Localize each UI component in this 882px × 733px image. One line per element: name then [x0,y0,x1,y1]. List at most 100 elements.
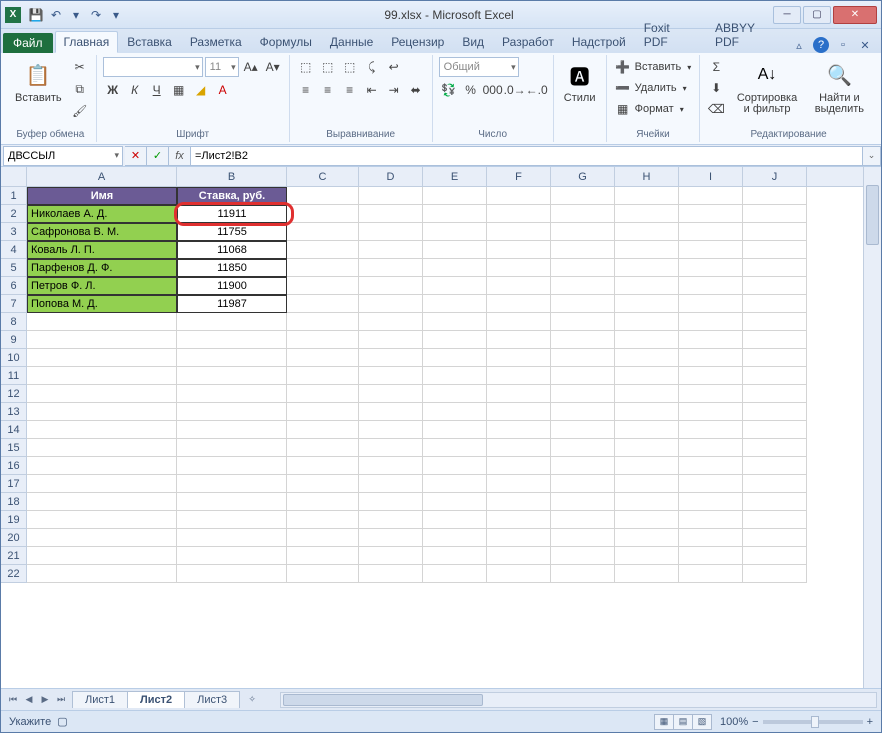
sheet-tab-2[interactable]: Лист2 [127,691,185,708]
cell-A15[interactable] [27,439,177,457]
cell-E7[interactable] [423,295,487,313]
cell-I3[interactable] [679,223,743,241]
styles-button[interactable]: 🅰 Стили [560,57,600,106]
number-format-combo[interactable]: Общий [439,57,519,77]
cell-G7[interactable] [551,295,615,313]
cell-J1[interactable] [743,187,807,205]
cell-B16[interactable] [177,457,287,475]
cell-I5[interactable] [679,259,743,277]
vertical-scrollbar[interactable] [863,167,881,688]
cell-I10[interactable] [679,349,743,367]
tab-review[interactable]: Рецензир [382,31,453,53]
cell-A1[interactable]: Имя [27,187,177,205]
cell-C3[interactable] [287,223,359,241]
col-header-F[interactable]: F [487,167,551,186]
col-header-G[interactable]: G [551,167,615,186]
row-header-10[interactable]: 10 [1,349,26,367]
cell-I2[interactable] [679,205,743,223]
cell-J10[interactable] [743,349,807,367]
accept-formula-icon[interactable]: ✓ [147,146,169,166]
cell-D8[interactable] [359,313,423,331]
cell-F8[interactable] [487,313,551,331]
cell-I11[interactable] [679,367,743,385]
horizontal-scrollbar[interactable] [280,692,877,708]
row-header-22[interactable]: 22 [1,565,26,583]
cell-G3[interactable] [551,223,615,241]
cells-area[interactable]: ИмяСтавка, руб.Николаев А. Д.11911Сафрон… [27,187,863,583]
sheet-nav-first-icon[interactable]: ⏮ [5,692,21,708]
paste-button[interactable]: 📋 Вставить [11,57,66,106]
cell-H9[interactable] [615,331,679,349]
cell-F14[interactable] [487,421,551,439]
cell-B12[interactable] [177,385,287,403]
cell-E22[interactable] [423,565,487,583]
col-header-J[interactable]: J [743,167,807,186]
cell-G21[interactable] [551,547,615,565]
cell-E16[interactable] [423,457,487,475]
increase-font-icon[interactable]: A▴ [241,57,261,77]
cell-D4[interactable] [359,241,423,259]
cell-C17[interactable] [287,475,359,493]
cell-G1[interactable] [551,187,615,205]
cell-E20[interactable] [423,529,487,547]
cell-A10[interactable] [27,349,177,367]
cell-D11[interactable] [359,367,423,385]
cell-A12[interactable] [27,385,177,403]
cell-A21[interactable] [27,547,177,565]
cell-C18[interactable] [287,493,359,511]
cell-G14[interactable] [551,421,615,439]
ribbon-minimize-icon[interactable]: ▵ [791,37,807,53]
col-header-E[interactable]: E [423,167,487,186]
cancel-formula-icon[interactable]: ✕ [125,146,147,166]
fx-icon[interactable]: fx [169,146,191,166]
cell-C10[interactable] [287,349,359,367]
qat-customize-icon[interactable]: ▾ [107,6,125,24]
redo-icon[interactable]: ↷ [87,6,105,24]
cell-B15[interactable] [177,439,287,457]
cell-C11[interactable] [287,367,359,385]
cell-H7[interactable] [615,295,679,313]
insert-cells-button[interactable]: ➕Вставить▾ [613,57,694,77]
cell-J21[interactable] [743,547,807,565]
cell-A3[interactable]: Сафронова В. М. [27,223,177,241]
cell-F22[interactable] [487,565,551,583]
cell-A7[interactable]: Попова М. Д. [27,295,177,313]
new-sheet-icon[interactable]: ✧ [244,692,260,708]
cell-J16[interactable] [743,457,807,475]
cell-C14[interactable] [287,421,359,439]
cell-H11[interactable] [615,367,679,385]
cell-J20[interactable] [743,529,807,547]
cell-B1[interactable]: Ставка, руб. [177,187,287,205]
cell-A11[interactable] [27,367,177,385]
cell-B18[interactable] [177,493,287,511]
currency-icon[interactable]: 💱 [439,80,459,100]
cell-H21[interactable] [615,547,679,565]
cell-F1[interactable] [487,187,551,205]
cell-D18[interactable] [359,493,423,511]
zoom-in-icon[interactable]: + [867,716,873,728]
row-header-8[interactable]: 8 [1,313,26,331]
zoom-slider[interactable] [763,720,863,724]
close-button[interactable]: ✕ [833,6,877,24]
tab-insert[interactable]: Вставка [118,31,181,53]
row-header-5[interactable]: 5 [1,259,26,277]
row-header-18[interactable]: 18 [1,493,26,511]
row-header-13[interactable]: 13 [1,403,26,421]
cell-D3[interactable] [359,223,423,241]
sheet-nav-prev-icon[interactable]: ◀ [21,692,37,708]
percent-icon[interactable]: % [461,80,481,100]
zoom-level[interactable]: 100% [720,716,748,728]
cell-F12[interactable] [487,385,551,403]
merge-icon[interactable]: ⬌ [406,80,426,100]
cell-J6[interactable] [743,277,807,295]
copy-icon[interactable]: ⧉ [70,79,90,99]
sheet-nav-next-icon[interactable]: ▶ [37,692,53,708]
cell-A14[interactable] [27,421,177,439]
cell-H1[interactable] [615,187,679,205]
comma-icon[interactable]: 000 [483,80,503,100]
zoom-knob[interactable] [811,716,819,728]
cell-J4[interactable] [743,241,807,259]
cell-G17[interactable] [551,475,615,493]
cell-H5[interactable] [615,259,679,277]
cell-C20[interactable] [287,529,359,547]
